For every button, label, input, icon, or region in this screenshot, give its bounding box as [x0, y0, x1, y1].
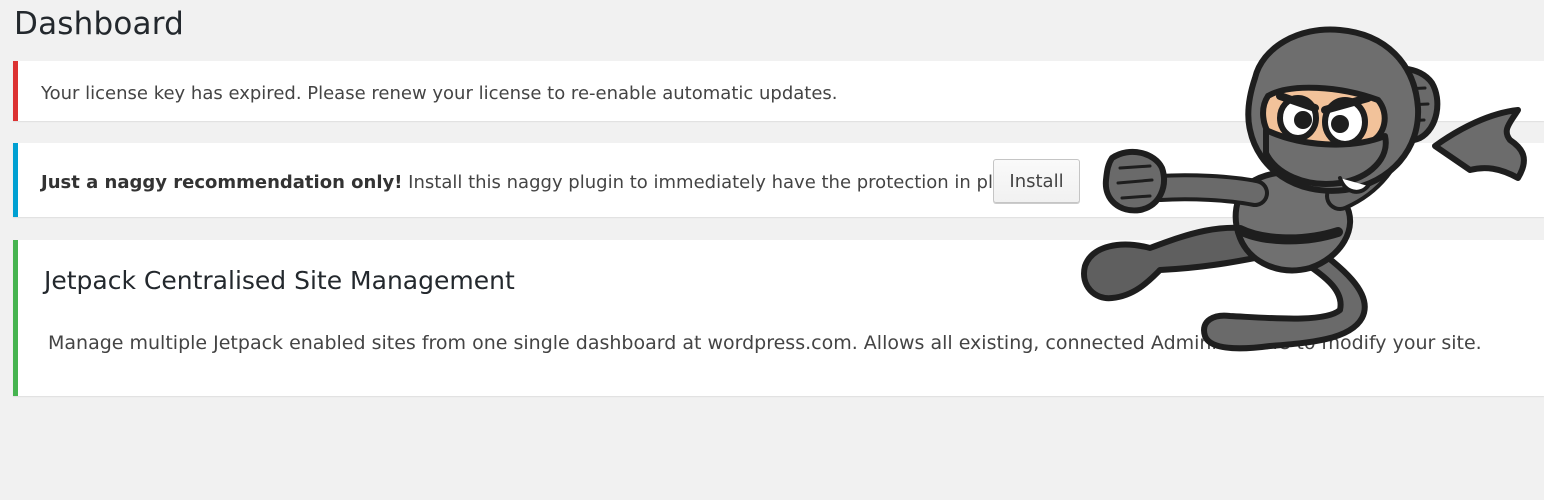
naggy-recommendation-bold: Just a naggy recommendation only! — [41, 172, 403, 193]
naggy-recommendation-text: Install this naggy plugin to immediately… — [402, 172, 1031, 193]
license-expired-message: Your license key has expired. Please ren… — [41, 83, 838, 104]
page-title: Dashboard — [14, 6, 184, 42]
naggy-recommendation-message: Just a naggy recommendation only! Instal… — [41, 172, 1031, 193]
ninja-mascot-icon — [1081, 26, 1527, 352]
jetpack-notice-title: Jetpack Centralised Site Management — [44, 266, 515, 295]
